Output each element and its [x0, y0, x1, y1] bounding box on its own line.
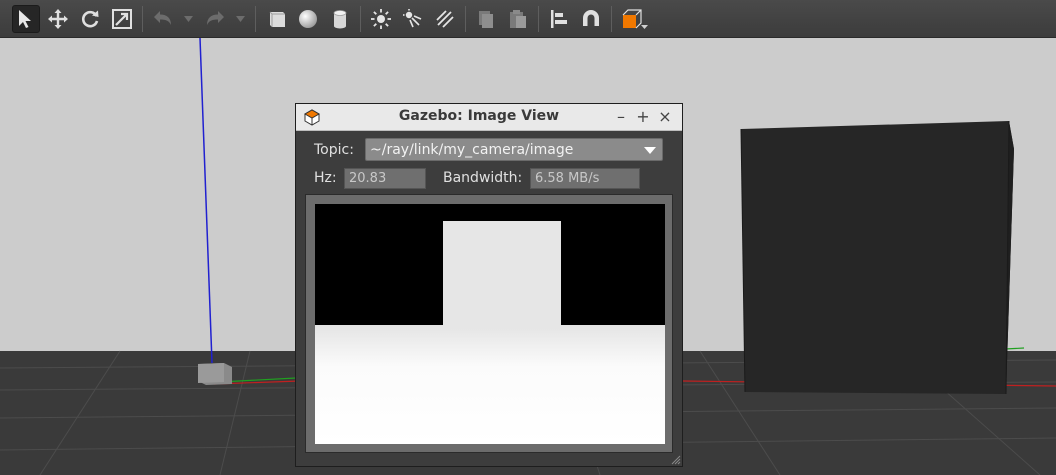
rotate-icon	[81, 10, 99, 27]
undo-icon	[154, 10, 171, 25]
caret-down-icon	[183, 15, 193, 22]
y-axis-line	[1004, 347, 1025, 350]
bandwidth-value: 6.58 MB/s	[535, 171, 600, 186]
select-arrow-icon	[19, 9, 31, 28]
bandwidth-field: 6.58 MB/s	[530, 168, 640, 189]
undo-history-dropdown[interactable]	[181, 5, 195, 33]
directional-light-icon	[436, 9, 454, 28]
spot-light-icon	[403, 8, 422, 27]
paste-icon	[510, 9, 526, 28]
hz-field: 20.83	[344, 168, 426, 189]
align-icon	[551, 9, 567, 28]
copy-icon	[479, 10, 493, 28]
camera-image	[315, 204, 665, 444]
stats-row: Hz: 20.83 Bandwidth: 6.58 MB/s	[296, 168, 682, 192]
box-shape-icon	[269, 11, 285, 27]
paste-button[interactable]	[504, 5, 532, 33]
topic-row: Topic: ~/ray/link/my_camera/image	[296, 138, 682, 162]
camera-image-box	[443, 221, 561, 329]
minimize-button[interactable]: –	[610, 107, 632, 127]
insert-sphere-button[interactable]	[294, 5, 322, 33]
hz-value: 20.83	[349, 171, 387, 186]
sphere-shape-icon	[299, 9, 317, 28]
insert-spot-light-button[interactable]	[399, 5, 427, 33]
undo-button[interactable]	[149, 5, 177, 33]
chevron-down-icon	[644, 147, 656, 154]
gazebo-logo-icon	[303, 109, 321, 126]
rotate-mode-button[interactable]	[76, 5, 104, 33]
topic-select-value: ~/ray/link/my_camera/image	[370, 142, 574, 158]
view-angle-button[interactable]	[618, 5, 652, 33]
scale-icon	[112, 8, 132, 29]
toolbar-separator	[465, 5, 466, 32]
topic-label: Topic:	[314, 142, 354, 158]
insert-box-button[interactable]	[262, 5, 290, 33]
redo-icon	[207, 10, 224, 25]
translate-mode-button[interactable]	[44, 5, 72, 33]
scale-mode-button[interactable]	[108, 5, 136, 33]
resize-grip-icon[interactable]	[669, 453, 681, 465]
toolbar-separator	[611, 5, 612, 32]
topic-select[interactable]: ~/ray/link/my_camera/image	[365, 138, 663, 161]
camera-model[interactable]	[198, 363, 232, 385]
toolbar-separator	[255, 5, 256, 32]
view-angle-icon	[622, 8, 648, 29]
camera-image-floor	[315, 325, 665, 444]
insert-cylinder-button[interactable]	[326, 5, 354, 33]
dialog-titlebar[interactable]: Gazebo: Image View – + ×	[296, 104, 682, 131]
hz-label: Hz:	[314, 170, 337, 186]
dialog-title: Gazebo: Image View	[398, 108, 560, 124]
redo-history-dropdown[interactable]	[233, 5, 247, 33]
snap-magnet-icon	[583, 9, 599, 26]
insert-point-light-button[interactable]	[367, 5, 395, 33]
box-model[interactable]	[740, 120, 1014, 395]
align-button[interactable]	[545, 5, 573, 33]
toolbar-separator	[142, 5, 143, 32]
select-mode-button[interactable]	[12, 4, 40, 33]
toolbar-separator	[360, 5, 361, 32]
caret-down-icon	[235, 15, 245, 22]
translate-icon	[48, 8, 68, 29]
toolbar	[0, 0, 1056, 38]
cylinder-shape-icon	[333, 9, 347, 29]
copy-button[interactable]	[472, 5, 500, 33]
snap-button[interactable]	[577, 5, 605, 33]
redo-button[interactable]	[201, 5, 229, 33]
toolbar-separator	[538, 5, 539, 32]
maximize-button[interactable]: +	[632, 107, 654, 127]
image-view-dialog: Gazebo: Image View – + × Topic: ~/ray/li…	[295, 103, 683, 467]
bandwidth-label: Bandwidth:	[443, 170, 523, 186]
close-button[interactable]: ×	[654, 107, 676, 127]
insert-directional-light-button[interactable]	[431, 5, 459, 33]
z-axis-line	[199, 38, 213, 364]
point-light-icon	[371, 8, 391, 29]
image-frame	[305, 194, 673, 453]
